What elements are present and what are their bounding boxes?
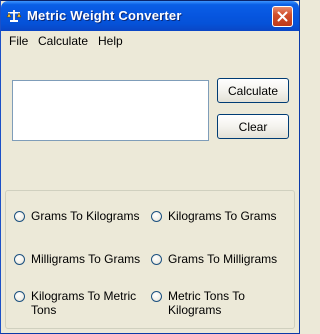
radio-label: Kilograms To Metric Tons <box>31 289 137 317</box>
radio-kilograms-to-metric-tons[interactable]: Kilograms To Metric Tons <box>14 289 144 317</box>
radio-button[interactable] <box>14 291 25 302</box>
title-bar[interactable]: Metric Weight Converter <box>1 1 299 31</box>
radio-milligrams-to-grams[interactable]: Milligrams To Grams <box>14 252 140 266</box>
radio-button[interactable] <box>14 211 25 222</box>
menu-help[interactable]: Help <box>98 34 123 48</box>
radio-button[interactable] <box>14 254 25 265</box>
menu-file[interactable]: File <box>9 34 28 48</box>
close-x-icon <box>277 11 288 22</box>
converter-window: Metric Weight Converter File Calculate H… <box>0 0 300 334</box>
radio-label: Kilograms To Grams <box>168 209 277 223</box>
window-title: Metric Weight Converter <box>27 8 182 23</box>
radio-grams-to-milligrams[interactable]: Grams To Milligrams <box>151 252 277 266</box>
calculate-button[interactable]: Calculate <box>217 78 289 103</box>
radio-button[interactable] <box>151 211 162 222</box>
close-button[interactable] <box>272 6 293 27</box>
menu-bar: File Calculate Help <box>1 31 299 51</box>
radio-label: Milligrams To Grams <box>31 252 141 266</box>
radio-label: Grams To Kilograms <box>31 209 140 223</box>
radio-label: Metric Tons To Kilograms <box>168 289 245 317</box>
scale-icon <box>6 10 22 22</box>
radio-button[interactable] <box>151 254 162 265</box>
radio-label: Grams To Milligrams <box>168 252 278 266</box>
radio-metric-tons-to-kilograms[interactable]: Metric Tons To Kilograms <box>151 289 281 317</box>
result-display[interactable] <box>12 80 209 141</box>
clear-button[interactable]: Clear <box>217 114 289 139</box>
radio-button[interactable] <box>151 291 162 302</box>
radio-kilograms-to-grams[interactable]: Kilograms To Grams <box>151 209 276 223</box>
radio-grams-to-kilograms[interactable]: Grams To Kilograms <box>14 209 139 223</box>
menu-calculate[interactable]: Calculate <box>38 34 88 48</box>
